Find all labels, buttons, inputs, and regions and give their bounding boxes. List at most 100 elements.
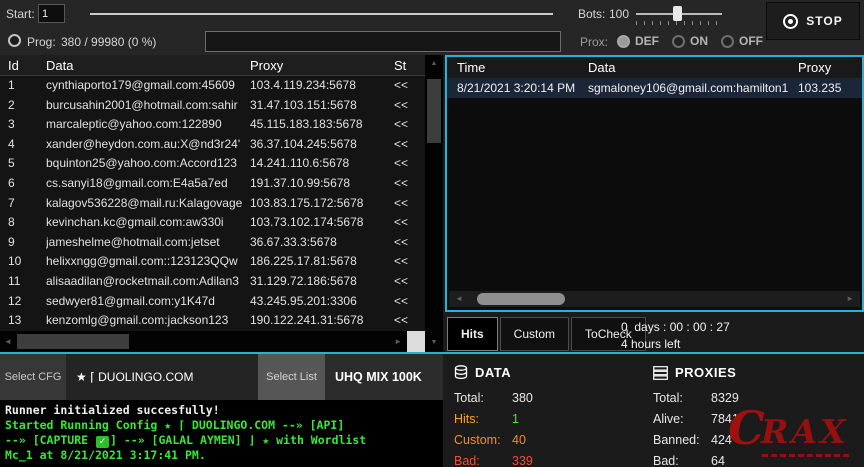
- row-id: 10: [8, 252, 42, 272]
- stat-row: Total:380: [454, 387, 644, 408]
- stat-label: Total:: [454, 391, 512, 405]
- config-bar: Select CFG ★ ⌈ DUOLINGO.COM Select List …: [0, 354, 443, 400]
- scroll-left-icon[interactable]: ◄: [455, 291, 463, 307]
- row-proxy: 43.245.95.201:3306: [250, 292, 391, 312]
- data-grid-vertical-scrollbar[interactable]: ▲ ▼: [425, 55, 443, 352]
- table-row[interactable]: 2burcusahin2001@hotmail.com:sahir31.47.1…: [0, 96, 425, 116]
- table-row[interactable]: 8kevinchan.kc@gmail.com:aw330i103.73.102…: [0, 213, 425, 233]
- table-row[interactable]: 1cynthiaporto179@gmail.com:45609103.4.11…: [0, 76, 425, 96]
- row-id: 6: [8, 174, 42, 194]
- row-status: <<: [394, 76, 424, 96]
- tab-hits[interactable]: Hits: [447, 317, 498, 351]
- row-status: <<: [394, 154, 424, 174]
- log-console[interactable]: Runner initialized succesfully!Started R…: [0, 400, 443, 467]
- row-proxy: 36.37.104.245:5678: [250, 135, 391, 155]
- row-status: <<: [394, 194, 424, 214]
- column-header-data[interactable]: Data: [46, 55, 73, 76]
- scroll-up-icon[interactable]: ▲: [425, 57, 443, 71]
- table-row[interactable]: 12sedwyer81@gmail.com:y1K47d43.245.95.20…: [0, 292, 425, 312]
- column-header-id[interactable]: Id: [8, 55, 19, 76]
- row-data: marcaleptic@yahoo.com:122890: [46, 115, 247, 135]
- stop-button[interactable]: STOP: [766, 2, 860, 40]
- column-header-proxy[interactable]: Proxy: [250, 55, 283, 76]
- row-proxy: 103.83.175.172:5678: [250, 194, 391, 214]
- data-stats-rows: Total:380Hits:1Custom:40Bad:339: [454, 387, 644, 467]
- row-status: <<: [394, 272, 424, 292]
- prox-option-label: ON: [690, 34, 708, 48]
- radio-icon: [672, 35, 685, 48]
- vertical-scroll-thumb[interactable]: [427, 79, 441, 143]
- stat-row: Bad:339: [454, 450, 644, 467]
- hits-grid: Time Data Proxy 8/21/2021 3:20:14 PMsgma…: [445, 55, 864, 312]
- hits-horizontal-scrollbar[interactable]: ◄ ►: [449, 291, 860, 307]
- table-row[interactable]: 6cs.sanyi18@gmail.com:E4a5a7ed191.37.10.…: [0, 174, 425, 194]
- log-line: Started Running Config ★ ⌈ DUOLINGO.COM …: [5, 418, 438, 433]
- topbar-textbox[interactable]: [205, 31, 561, 52]
- table-row[interactable]: 13kenzomlg@gmail.com:jackson123190.122.2…: [0, 311, 425, 331]
- row-status: <<: [394, 233, 424, 253]
- scroll-left-icon[interactable]: ◄: [4, 331, 12, 352]
- prox-option-label: OFF: [739, 34, 763, 48]
- stat-value: 40: [512, 433, 526, 447]
- table-row[interactable]: 7kalagov536228@mail.ru:Kalagovage103.83.…: [0, 194, 425, 214]
- bots-slider[interactable]: [636, 5, 722, 25]
- row-id: 2: [8, 96, 42, 116]
- horizontal-scroll-thumb[interactable]: [17, 334, 129, 349]
- stat-value: 64: [711, 454, 725, 467]
- row-id: 13: [8, 311, 42, 331]
- stop-icon: [783, 14, 798, 29]
- row-status: <<: [394, 115, 424, 135]
- data-grid-horizontal-scrollbar[interactable]: ◄ ►: [0, 331, 407, 352]
- column-header-status[interactable]: St: [394, 55, 424, 76]
- prox-options: DEF ON OFF: [617, 31, 763, 51]
- table-row[interactable]: 10helixxngg@gmail.com::123123QQw186.225.…: [0, 252, 425, 272]
- select-list-button[interactable]: Select List: [258, 354, 325, 400]
- stat-label: Banned:: [653, 433, 711, 447]
- capture-check-icon: ✓: [96, 436, 109, 448]
- column-header-hit-proxy[interactable]: Proxy: [798, 57, 831, 78]
- log-text-segment: ] --» [GALAL AYMEN] ⌋ ★ with Wordlist: [110, 433, 366, 447]
- row-data: kevinchan.kc@gmail.com:aw330i: [46, 213, 247, 233]
- start-input[interactable]: [38, 4, 65, 23]
- table-row[interactable]: 9jameshelme@hotmail.com:jetset36.67.33.3…: [0, 233, 425, 253]
- log-text-segment: Mc_1 at 8/21/2021 3:17:41 PM.: [5, 448, 206, 462]
- tab-custom[interactable]: Custom: [500, 317, 569, 351]
- proxies-icon: [653, 366, 668, 380]
- select-config-button[interactable]: Select CFG: [0, 354, 66, 400]
- bots-slider-ticks: [636, 21, 722, 25]
- table-row[interactable]: 11alisaadilan@rocketmail.com:Adilan331.1…: [0, 272, 425, 292]
- crax-logo-text: RAX: [761, 412, 849, 451]
- bots-slider-thumb[interactable]: [673, 6, 682, 21]
- row-data: helixxngg@gmail.com::123123QQw: [46, 252, 247, 272]
- row-proxy: 31.129.72.186:5678: [250, 272, 391, 292]
- proxies-stats-title: PROXIES: [653, 365, 843, 380]
- bots-label: Bots:: [578, 7, 605, 21]
- prox-option-off[interactable]: OFF: [721, 34, 763, 48]
- column-header-hit-data[interactable]: Data: [588, 57, 615, 78]
- hit-row[interactable]: 8/21/2021 3:20:14 PMsgmaloney106@gmail.c…: [447, 78, 862, 98]
- scroll-down-icon[interactable]: ▼: [425, 336, 443, 350]
- hits-scroll-thumb[interactable]: [477, 293, 565, 305]
- stat-value: 339: [512, 454, 533, 467]
- stat-label: Bad:: [454, 454, 512, 467]
- row-status: <<: [394, 252, 424, 272]
- prox-option-def[interactable]: DEF: [617, 34, 659, 48]
- scroll-right-icon[interactable]: ►: [846, 291, 854, 307]
- table-row[interactable]: 5bquinton25@yahoo.com:Accord12314.241.11…: [0, 154, 425, 174]
- progress-radio[interactable]: [8, 34, 21, 47]
- table-row[interactable]: 4xander@heydon.com.au:X@nd3r24'36.37.104…: [0, 135, 425, 155]
- row-proxy: 191.37.10.99:5678: [250, 174, 391, 194]
- row-proxy: 103.73.102.174:5678: [250, 213, 391, 233]
- progress-label: Prog:: [27, 35, 56, 49]
- scroll-right-icon[interactable]: ►: [394, 331, 402, 352]
- data-table-body: 1cynthiaporto179@gmail.com:45609103.4.11…: [0, 76, 425, 331]
- column-header-time[interactable]: Time: [457, 57, 485, 78]
- prox-option-on[interactable]: ON: [672, 34, 708, 48]
- scrollbar-corner: [407, 331, 425, 352]
- prox-label: Prox:: [580, 35, 608, 49]
- row-id: 9: [8, 233, 42, 253]
- elapsed-timer: 0 days : 00 : 00 : 27: [621, 320, 730, 334]
- table-row[interactable]: 3marcaleptic@yahoo.com:12289045.115.183.…: [0, 115, 425, 135]
- hits-tabs: HitsCustomToCheck: [447, 317, 646, 351]
- crax-logo-tagline: [762, 454, 850, 457]
